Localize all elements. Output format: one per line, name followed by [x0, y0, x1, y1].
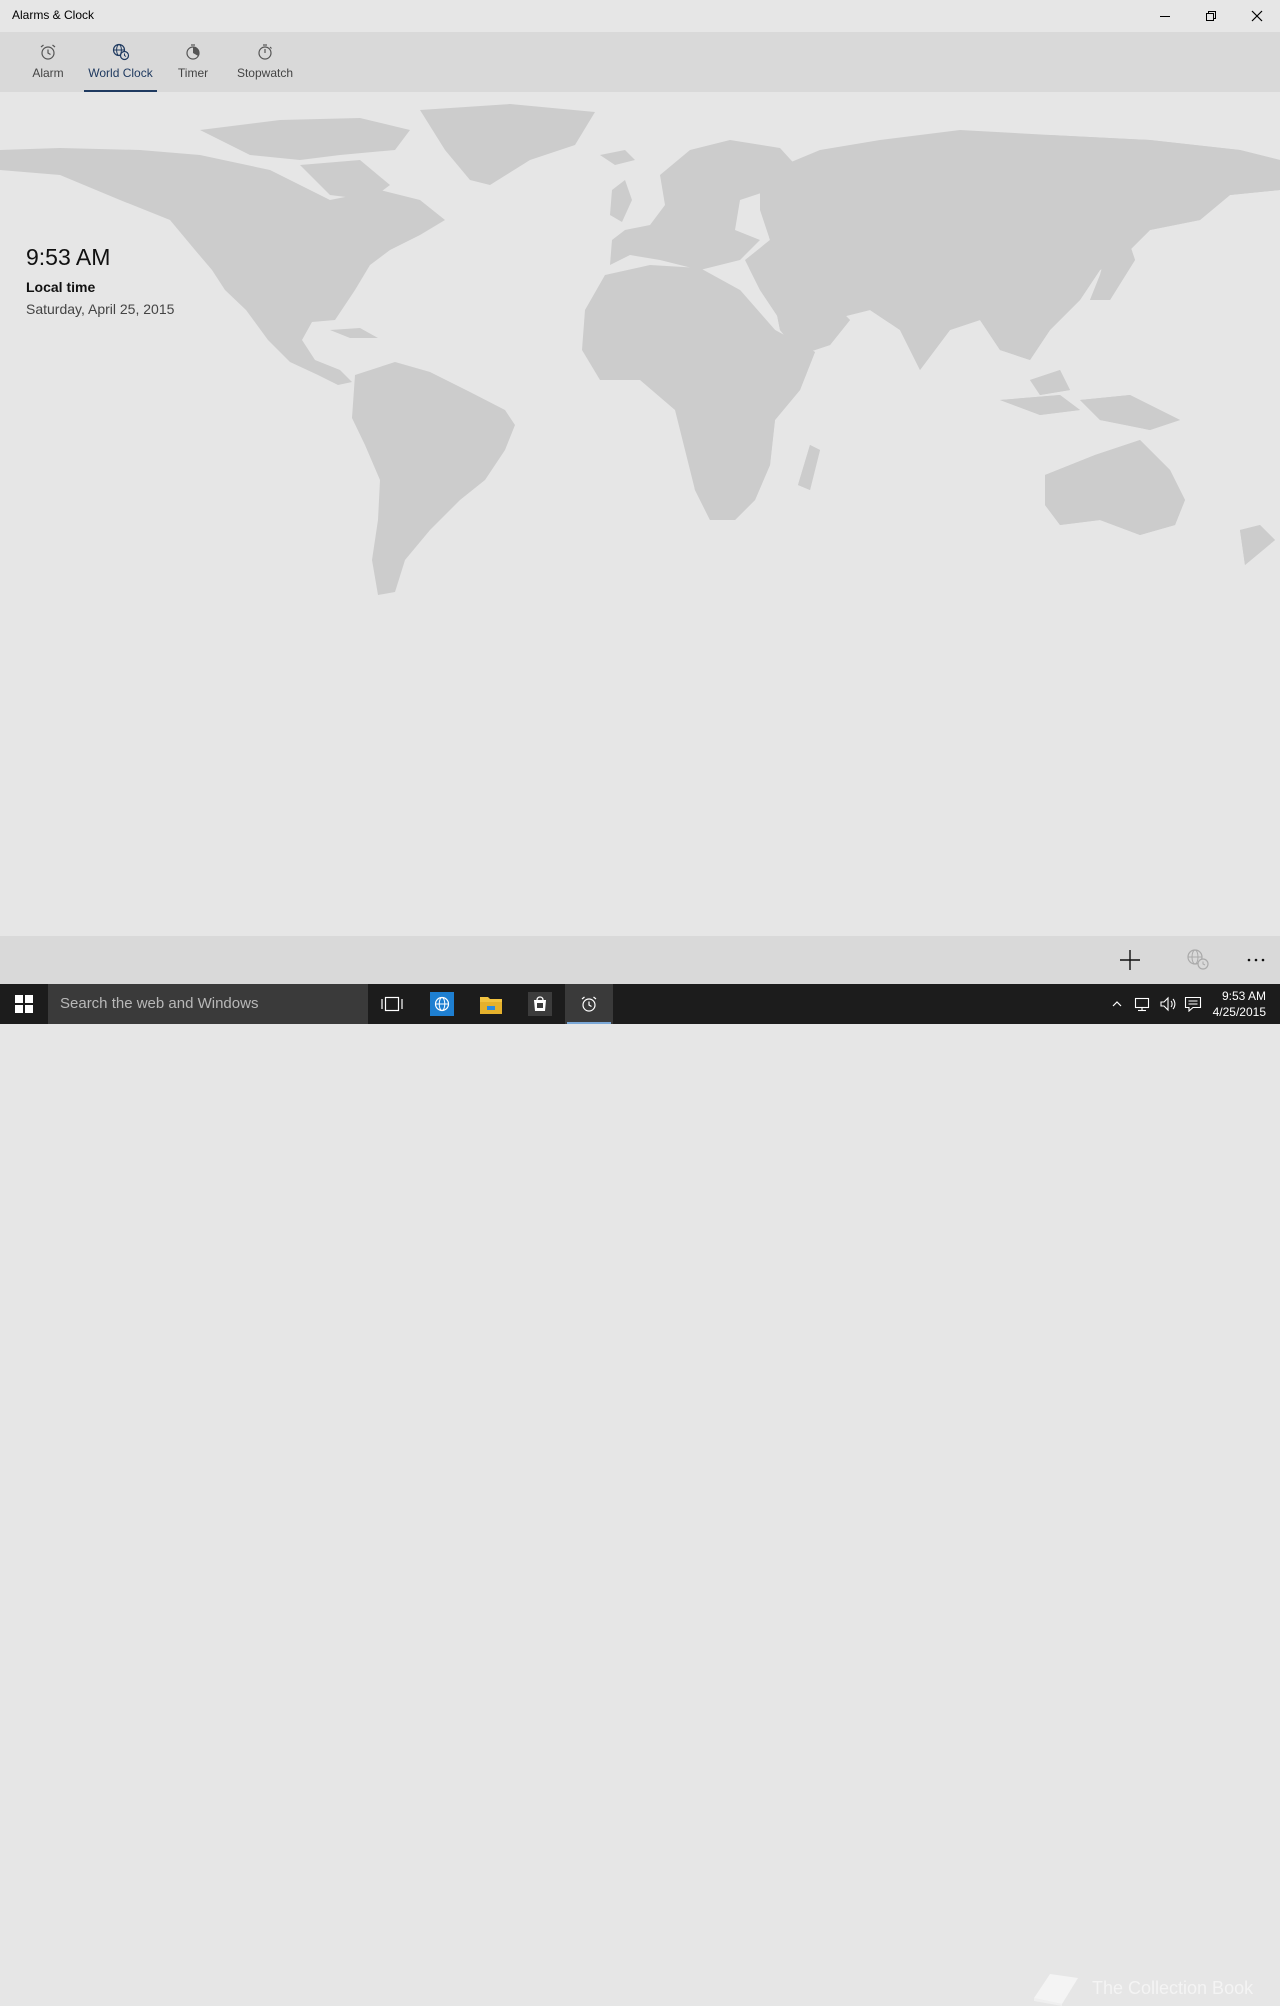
folder-icon [480, 997, 502, 1014]
alarm-icon [39, 42, 57, 62]
more-icon [1247, 958, 1265, 962]
taskbar-file-explorer[interactable] [467, 984, 515, 1024]
speaker-icon [1160, 996, 1176, 1012]
window-title: Alarms & Clock [12, 8, 95, 22]
tab-world-clock-label: World Clock [88, 66, 153, 80]
tab-alarm-label: Alarm [32, 66, 64, 80]
restore-icon [1206, 11, 1216, 21]
local-clock-card[interactable]: 9:53 AM Local time Saturday, April 25, 2… [26, 244, 174, 317]
watermark: The Collection Book [1030, 1970, 1270, 2006]
tab-world-clock[interactable]: World Clock [84, 32, 157, 92]
taskbar: Search the web and Windows The Collectio… [0, 984, 1280, 2006]
store-bag-icon [528, 992, 552, 1016]
world-map[interactable]: 9:53 AM Local time Saturday, April 25, 2… [0, 92, 1280, 936]
tab-stopwatch-label: Stopwatch [236, 66, 294, 80]
taskbar-browser[interactable] [418, 984, 466, 1024]
title-bar: Alarms & Clock [0, 0, 1280, 32]
action-center-button[interactable] [1180, 984, 1206, 1024]
taskbar-store[interactable] [516, 984, 564, 1024]
taskbar-time: 9:53 AM [1221, 989, 1266, 1003]
taskbar-alarms-clock[interactable] [565, 984, 613, 1024]
world-map-graphic [0, 104, 1280, 595]
timer-icon [184, 42, 202, 62]
network-button[interactable] [1130, 984, 1156, 1024]
network-icon [1134, 997, 1150, 1012]
restore-button[interactable] [1188, 0, 1234, 32]
volume-button[interactable] [1156, 984, 1180, 1024]
watermark-text: The Collection Book [1092, 1977, 1254, 1998]
close-icon [1251, 10, 1263, 22]
minimize-icon [1160, 16, 1170, 17]
local-time: 9:53 AM [26, 244, 111, 270]
local-time-label: Local time [26, 279, 96, 295]
add-icon [1120, 950, 1140, 970]
local-date: Saturday, April 25, 2015 [26, 301, 175, 317]
tab-timer-label: Timer [177, 66, 209, 80]
add-button[interactable] [1106, 936, 1154, 984]
taskbar-date: 4/25/2015 [1212, 1005, 1266, 1019]
search-box[interactable]: Search the web and Windows [48, 984, 368, 1024]
close-button[interactable] [1234, 0, 1280, 32]
show-hidden-icons-button[interactable] [1108, 984, 1126, 1024]
compare-button[interactable] [1174, 936, 1222, 984]
chevron-up-icon [1112, 1001, 1122, 1007]
stopwatch-icon [256, 42, 274, 62]
tab-bar: Alarm World Clock Timer Stopwatch [0, 32, 1280, 92]
start-button[interactable] [0, 984, 48, 1024]
browser-globe-icon [430, 992, 454, 1016]
taskbar-clock[interactable]: 9:53 AM 4/25/2015 [1213, 988, 1266, 1020]
book-logo-icon [1034, 1974, 1078, 2006]
task-view-button[interactable] [368, 984, 416, 1024]
notification-icon [1184, 996, 1202, 1012]
tab-alarm[interactable]: Alarm [28, 32, 68, 92]
minimize-button[interactable] [1142, 0, 1188, 32]
app-window: Alarms & Clock Alarm World Clock Timer S… [0, 0, 1280, 984]
tab-timer[interactable]: Timer [175, 32, 211, 92]
world-clock-icon [112, 42, 130, 62]
windows-logo-icon [15, 995, 33, 1013]
tab-stopwatch[interactable]: Stopwatch [235, 32, 295, 92]
alarm-clock-icon [581, 996, 597, 1012]
compare-clock-icon [1187, 949, 1209, 970]
task-view-icon [381, 996, 403, 1012]
command-bar [0, 936, 1280, 984]
more-button[interactable] [1232, 936, 1280, 984]
